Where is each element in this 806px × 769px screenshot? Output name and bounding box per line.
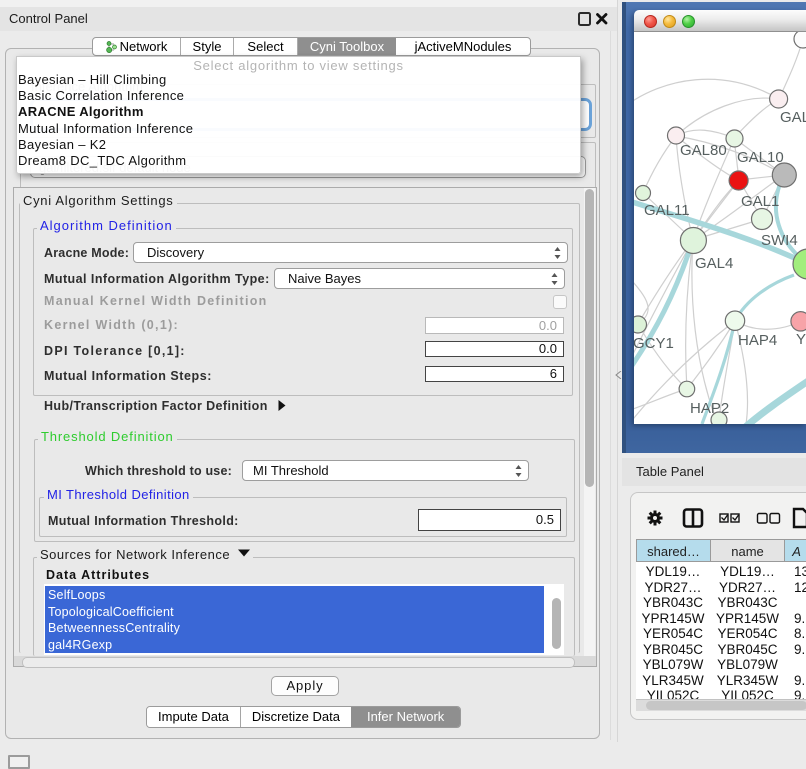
svg-text:GAL: GAL bbox=[780, 109, 806, 126]
svg-text:GCY1: GCY1 bbox=[634, 335, 674, 352]
svg-text:GAL11: GAL11 bbox=[644, 202, 690, 219]
svg-text:HAP4: HAP4 bbox=[738, 332, 777, 349]
svg-text:GAL1: GAL1 bbox=[741, 193, 779, 210]
svg-text:Y: Y bbox=[796, 331, 806, 348]
svg-text:HAP2: HAP2 bbox=[690, 400, 729, 417]
svg-text:GAL10: GAL10 bbox=[737, 149, 784, 166]
svg-text:GAL4: GAL4 bbox=[695, 255, 733, 272]
svg-text:GAL80: GAL80 bbox=[680, 142, 727, 159]
svg-text:SWI4: SWI4 bbox=[761, 232, 798, 249]
